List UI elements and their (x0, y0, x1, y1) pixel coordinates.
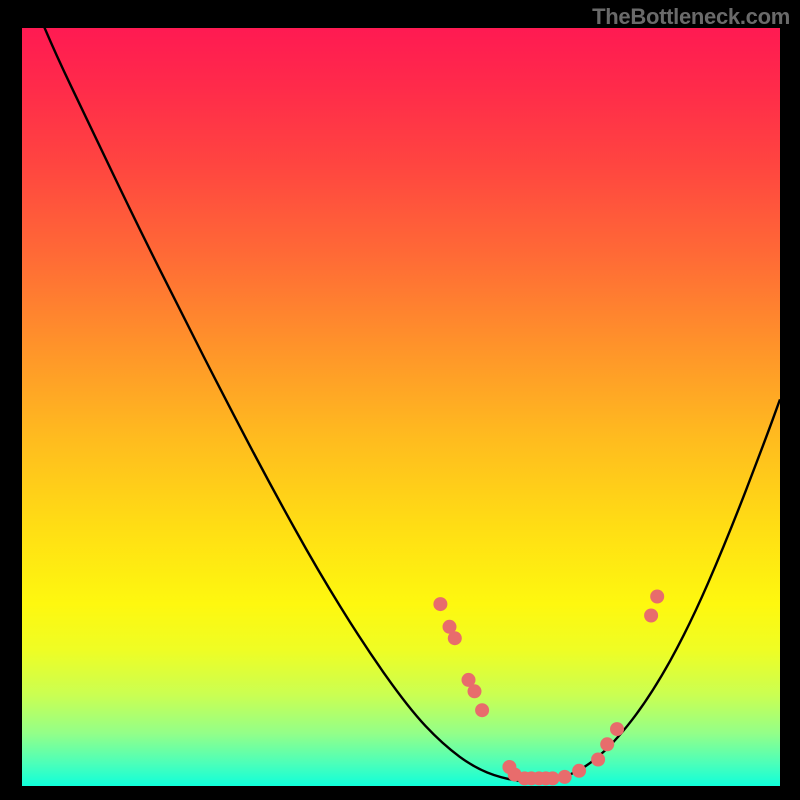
data-point (591, 753, 605, 767)
data-point (600, 737, 614, 751)
data-point (558, 770, 572, 784)
data-point (572, 764, 586, 778)
data-points-group (433, 590, 664, 786)
data-point (546, 771, 560, 785)
chart-svg (22, 28, 780, 786)
bottleneck-curve (26, 28, 780, 782)
data-point (448, 631, 462, 645)
data-point (468, 684, 482, 698)
data-point (610, 722, 624, 736)
data-point (475, 703, 489, 717)
watermark-text: TheBottleneck.com (592, 4, 790, 30)
data-point (644, 609, 658, 623)
data-point (650, 590, 664, 604)
data-point (433, 597, 447, 611)
chart-plot-area (22, 28, 780, 786)
